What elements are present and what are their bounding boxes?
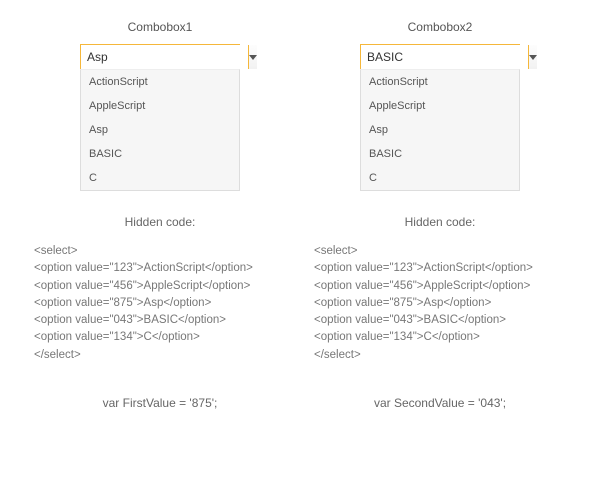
combobox1-input[interactable] [81, 45, 248, 69]
list-item[interactable]: BASIC [361, 142, 519, 166]
combobox2-title: Combobox2 [408, 20, 473, 34]
list-item[interactable]: BASIC [81, 142, 239, 166]
combobox2-dropdown: ActionScript AppleScript Asp BASIC C [360, 69, 520, 191]
list-item[interactable]: ActionScript [81, 70, 239, 94]
list-item[interactable]: Asp [361, 118, 519, 142]
combobox1-column: Combobox1 ActionScript AppleScript Asp B… [30, 20, 290, 410]
combobox1-title: Combobox1 [128, 20, 193, 34]
hidden-code-label-2: Hidden code: [405, 215, 476, 229]
var-firstvalue-line: var FirstValue = '875'; [103, 396, 218, 410]
chevron-down-icon [529, 55, 537, 60]
combobox1-dropdown: ActionScript AppleScript Asp BASIC C [80, 69, 240, 191]
hidden-code-block-1: <select> <option value="123">ActionScrip… [30, 243, 253, 364]
hidden-code-label-1: Hidden code: [125, 215, 196, 229]
combobox2[interactable] [360, 44, 520, 70]
combobox2-input[interactable] [361, 45, 528, 69]
list-item[interactable]: Asp [81, 118, 239, 142]
list-item[interactable]: ActionScript [361, 70, 519, 94]
list-item[interactable]: AppleScript [81, 94, 239, 118]
list-item[interactable]: AppleScript [361, 94, 519, 118]
combobox2-column: Combobox2 ActionScript AppleScript Asp B… [310, 20, 570, 410]
var-secondvalue-line: var SecondValue = '043'; [374, 396, 506, 410]
combobox2-toggle-button[interactable] [528, 45, 537, 69]
list-item[interactable]: C [81, 166, 239, 190]
chevron-down-icon [249, 55, 257, 60]
list-item[interactable]: C [361, 166, 519, 190]
combobox1-toggle-button[interactable] [248, 45, 257, 69]
hidden-code-block-2: <select> <option value="123">ActionScrip… [310, 243, 533, 364]
combobox1[interactable] [80, 44, 240, 70]
